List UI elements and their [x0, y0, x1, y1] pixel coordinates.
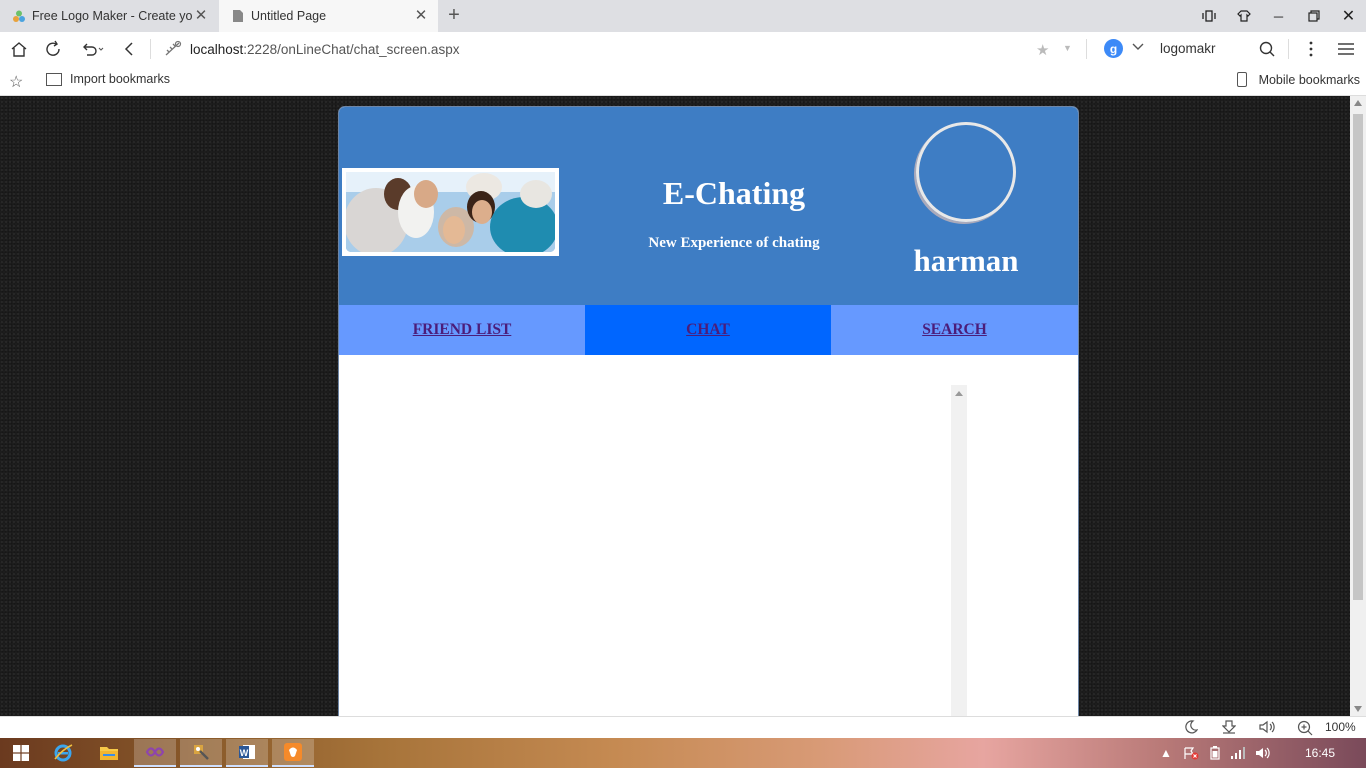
search-icon[interactable]: [1256, 39, 1278, 59]
chevron-down-icon[interactable]: ▼: [1063, 43, 1072, 53]
search-engine-chevron-icon[interactable]: [1132, 42, 1144, 54]
reload-icon[interactable]: [42, 39, 64, 59]
tab-title: Free Logo Maker - Create your: [32, 9, 192, 23]
url-path: :2228/onLineChat/chat_screen.aspx: [243, 41, 460, 57]
address-toolbar: localhost:2228/onLineChat/chat_screen.as…: [0, 32, 1366, 66]
taskbar-clock[interactable]: 16:45: [1305, 746, 1335, 760]
tab-overview-icon[interactable]: [1191, 0, 1226, 32]
scroll-up-icon[interactable]: [1354, 100, 1362, 106]
windows-logo-icon: [13, 745, 29, 761]
night-mode-icon[interactable]: [1184, 720, 1199, 737]
page-subtitle: New Experience of chating: [648, 235, 820, 251]
browser-status-bar: 100%: [0, 716, 1366, 738]
tab-free-logo-maker[interactable]: Free Logo Maker - Create your ✕: [0, 0, 218, 32]
tab-untitled-page[interactable]: Untitled Page ✕: [219, 0, 438, 32]
logomakr-favicon-icon: [13, 10, 25, 22]
close-window-icon[interactable]: ✕: [1331, 0, 1366, 32]
battery-icon[interactable]: [1210, 746, 1220, 763]
page-icon: [233, 10, 243, 22]
tools-app-icon[interactable]: [180, 739, 222, 767]
divider: [1288, 39, 1289, 59]
bookmarks-star-icon[interactable]: ☆: [9, 72, 23, 92]
undo-close-icon[interactable]: [78, 39, 108, 59]
minimize-icon[interactable]: ─: [1261, 0, 1296, 32]
import-bookmarks-link[interactable]: Import bookmarks: [46, 72, 170, 86]
skin-icon[interactable]: [1226, 0, 1261, 32]
home-icon[interactable]: [8, 39, 30, 59]
bookmarks-bar: ☆ Import bookmarks Mobile bookmarks: [0, 66, 1366, 96]
divider: [150, 39, 151, 59]
network-error-icon[interactable]: [1183, 746, 1199, 763]
volume-icon[interactable]: [1258, 720, 1278, 737]
scroll-up-icon[interactable]: [955, 391, 963, 396]
app-header: E-Chating New Experience of chating harm…: [339, 107, 1078, 305]
friends-photo: [346, 172, 555, 252]
zoom-icon[interactable]: [1297, 720, 1313, 739]
mobile-icon: [1236, 72, 1247, 87]
start-button[interactable]: [0, 739, 42, 767]
banner-image: [342, 168, 559, 256]
mobile-bookmarks-label: Mobile bookmarks: [1258, 72, 1360, 87]
download-icon[interactable]: [1221, 720, 1237, 737]
window-controls: ─ ✕: [1191, 0, 1366, 32]
browser-tab-bar: Free Logo Maker - Create your ✕ Untitled…: [0, 0, 1366, 32]
windows-taskbar: W ▲ 16:45: [0, 738, 1366, 768]
url-host: localhost: [190, 41, 244, 57]
username: harman: [913, 243, 1019, 278]
menu-chat[interactable]: CHAT: [585, 305, 831, 355]
close-icon[interactable]: ✕: [194, 7, 208, 24]
visual-studio-icon[interactable]: [134, 739, 176, 767]
svg-text:W: W: [240, 748, 249, 758]
import-bookmarks-label: Import bookmarks: [70, 72, 171, 86]
page-viewport: E-Chating New Experience of chating harm…: [0, 96, 1350, 716]
word-icon[interactable]: W: [226, 739, 268, 767]
internet-explorer-icon[interactable]: [42, 739, 84, 767]
tab-title: Untitled Page: [251, 9, 327, 23]
avatar: [916, 122, 1016, 222]
mobile-bookmarks-link[interactable]: Mobile bookmarks: [1236, 72, 1360, 87]
zoom-level[interactable]: 100%: [1325, 720, 1356, 734]
page-title: E-Chating: [662, 175, 806, 211]
divider: [1086, 39, 1087, 59]
scroll-down-icon[interactable]: [1354, 706, 1362, 712]
main-menu: FRIEND LIST CHAT SEARCH: [339, 305, 1078, 355]
show-hidden-icons-icon[interactable]: ▲: [1160, 746, 1172, 760]
security-status-icon: [165, 40, 182, 56]
page-scrollbar[interactable]: [1350, 96, 1366, 716]
search-input[interactable]: logomakr: [1160, 41, 1216, 56]
more-menu-icon[interactable]: [1300, 39, 1322, 59]
import-icon: [46, 72, 62, 86]
speaker-icon[interactable]: [1255, 746, 1271, 763]
scrollbar-thumb[interactable]: [1353, 114, 1363, 600]
file-explorer-icon[interactable]: [88, 739, 130, 767]
chat-app-container: E-Chating New Experience of chating harm…: [338, 106, 1079, 716]
chat-area: [339, 355, 1078, 716]
restore-icon[interactable]: [1296, 0, 1331, 32]
url-text: localhost:2228/onLineChat/chat_screen.as…: [190, 42, 459, 57]
bookmark-star-icon[interactable]: ★: [1036, 41, 1049, 59]
search-engine-badge[interactable]: g: [1104, 39, 1123, 58]
hamburger-menu-icon[interactable]: [1335, 39, 1357, 59]
menu-search[interactable]: SEARCH: [831, 305, 1078, 355]
new-tab-button[interactable]: +: [446, 5, 462, 26]
address-input[interactable]: localhost:2228/onLineChat/chat_screen.as…: [158, 37, 1086, 61]
close-icon[interactable]: ✕: [414, 7, 428, 24]
uc-browser-icon[interactable]: [272, 739, 314, 767]
back-icon[interactable]: [118, 39, 140, 59]
chat-scrollbar[interactable]: [951, 385, 967, 716]
menu-friend-list[interactable]: FRIEND LIST: [339, 305, 585, 355]
wifi-signal-icon[interactable]: [1230, 746, 1246, 763]
